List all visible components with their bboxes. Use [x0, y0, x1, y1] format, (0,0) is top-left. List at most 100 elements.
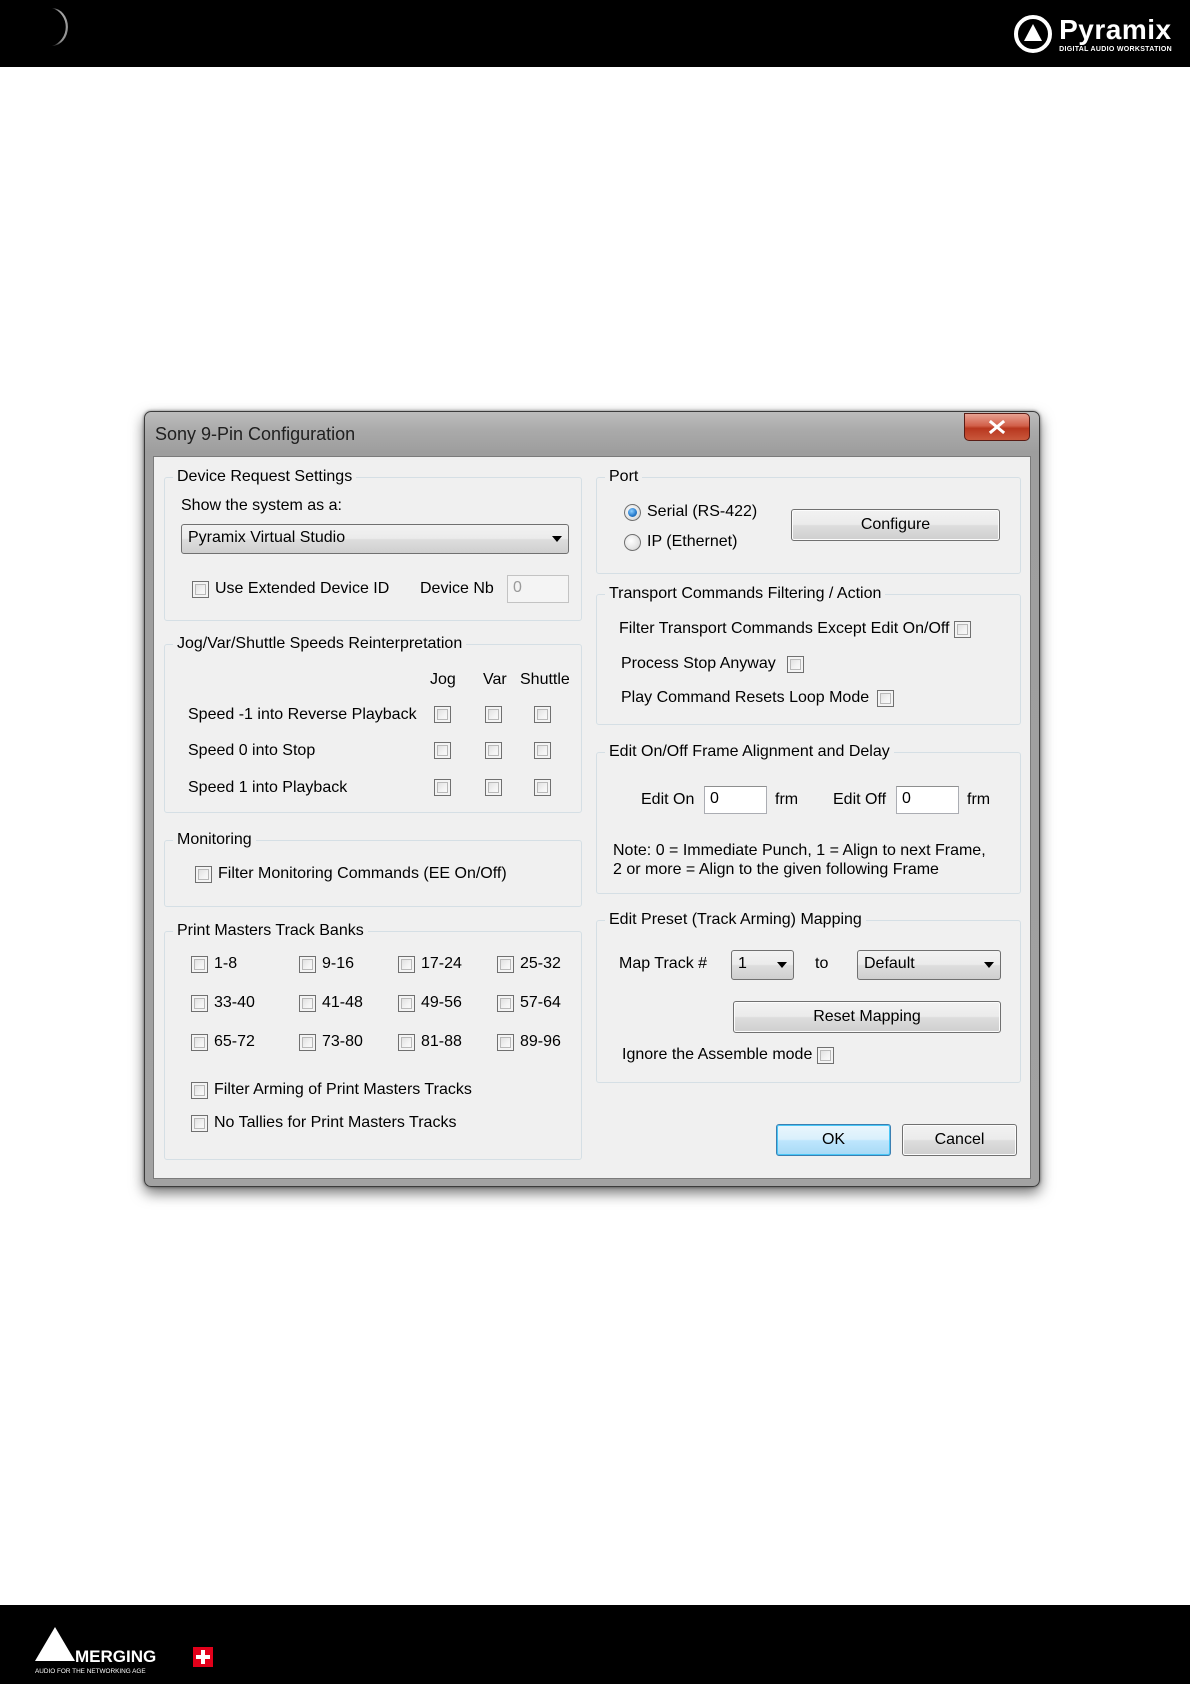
bank-label: 89-96	[520, 1033, 561, 1050]
bank-label: 57-64	[520, 994, 561, 1011]
filter-transport-label: Filter Transport Commands Except Edit On…	[619, 620, 950, 637]
serial-radio[interactable]	[624, 504, 641, 521]
group-title: Edit On/Off Frame Alignment and Delay	[605, 742, 894, 762]
dialog-title: Sony 9-Pin Configuration	[155, 424, 356, 444]
ok-button[interactable]: OK	[776, 1124, 891, 1156]
edit-on-label: Edit On	[641, 791, 695, 808]
reset-mapping-button[interactable]: Reset Mapping	[733, 1001, 1001, 1033]
bank-label: 73-80	[322, 1033, 363, 1050]
row-reverse-playback: Speed -1 into Reverse Playback	[188, 706, 417, 723]
var-stop-checkbox[interactable]	[485, 742, 502, 759]
filter-arming-checkbox[interactable]	[191, 1082, 208, 1099]
ignore-assemble-checkbox[interactable]	[817, 1047, 834, 1064]
track-number-combo[interactable]: 1	[731, 950, 794, 980]
col-shuttle: Shuttle	[520, 671, 570, 688]
note-line-1: Note: 0 = Immediate Punch, 1 = Align to …	[613, 842, 986, 859]
device-request-group: Device Request Settings Show the system …	[164, 467, 582, 621]
group-title: Transport Commands Filtering / Action	[605, 584, 886, 604]
shuttle-playback-checkbox[interactable]	[534, 779, 551, 796]
bank-checkbox[interactable]	[191, 995, 208, 1012]
jog-reverse-checkbox[interactable]	[434, 706, 451, 723]
group-title: Monitoring	[173, 830, 256, 850]
ip-radio[interactable]	[624, 534, 641, 551]
shuttle-reverse-checkbox[interactable]	[534, 706, 551, 723]
bank-checkbox[interactable]	[299, 956, 316, 973]
edit-off-label: Edit Off	[833, 791, 887, 808]
extended-device-id-label: Use Extended Device ID	[215, 580, 390, 597]
bank-checkbox[interactable]	[191, 956, 208, 973]
sony-9pin-dialog: Sony 9-Pin Configuration Device Request …	[144, 411, 1040, 1187]
row-stop: Speed 0 into Stop	[188, 742, 316, 759]
shuttle-stop-checkbox[interactable]	[534, 742, 551, 759]
map-track-label: Map Track #	[619, 955, 708, 972]
preset-mapping-group: Edit Preset (Track Arming) Mapping Map T…	[596, 910, 1021, 1083]
process-stop-label: Process Stop Anyway	[621, 655, 776, 672]
device-nb-field[interactable]: 0	[507, 575, 569, 603]
bank-checkbox[interactable]	[497, 956, 514, 973]
pyramix-logo-icon	[1014, 15, 1053, 53]
target-combo[interactable]: Default	[857, 950, 1001, 980]
group-title: Edit Preset (Track Arming) Mapping	[605, 910, 866, 930]
bank-checkbox[interactable]	[299, 1034, 316, 1051]
filter-transport-checkbox[interactable]	[954, 621, 971, 638]
jog-stop-checkbox[interactable]	[434, 742, 451, 759]
ip-label: IP (Ethernet)	[647, 533, 738, 550]
group-title: Print Masters Track Banks	[173, 921, 368, 941]
bank-label: 65-72	[214, 1033, 255, 1050]
merging-logo-icon: MERGING AUDIO FOR THE NETWORKING AGE	[35, 1627, 213, 1675]
group-title: Device Request Settings	[173, 467, 357, 487]
col-jog: Jog	[430, 671, 456, 688]
monitoring-group: Monitoring Filter Monitoring Commands (E…	[164, 830, 582, 907]
bank-checkbox[interactable]	[398, 995, 415, 1012]
chevron-down-icon	[552, 536, 562, 542]
print-masters-group: Print Masters Track Banks 1-8 9-16 17-24…	[164, 921, 582, 1160]
port-group: Port Serial (RS-422) IP (Ethernet) Confi…	[596, 467, 1021, 574]
page-footer: MERGING AUDIO FOR THE NETWORKING AGE	[0, 1605, 1190, 1684]
bank-checkbox[interactable]	[497, 1034, 514, 1051]
bank-checkbox[interactable]	[299, 995, 316, 1012]
footer-tagline: AUDIO FOR THE NETWORKING AGE	[35, 1668, 146, 1675]
bank-checkbox[interactable]	[398, 1034, 415, 1051]
serial-label: Serial (RS-422)	[647, 503, 758, 520]
edit-on-unit: frm	[775, 791, 799, 808]
chevron-down-icon	[984, 962, 994, 968]
footer-brand: MERGING	[75, 1647, 156, 1666]
close-button[interactable]	[964, 413, 1030, 441]
no-tallies-checkbox[interactable]	[191, 1115, 208, 1132]
track-number-value: 1	[738, 955, 747, 972]
chevron-down-icon	[777, 962, 787, 968]
to-label: to	[815, 955, 829, 972]
loop-reset-checkbox[interactable]	[877, 690, 894, 707]
bank-checkbox[interactable]	[191, 1034, 208, 1051]
bank-label: 49-56	[421, 994, 462, 1011]
bank-label: 1-8	[214, 955, 238, 972]
loop-reset-label: Play Command Resets Loop Mode	[621, 689, 870, 706]
transport-group: Transport Commands Filtering / Action Fi…	[596, 584, 1021, 725]
configure-button[interactable]: Configure	[791, 509, 1000, 541]
filter-monitoring-label: Filter Monitoring Commands (EE On/Off)	[218, 865, 507, 882]
filter-arming-label: Filter Arming of Print Masters Tracks	[214, 1081, 472, 1098]
edit-off-field[interactable]: 0	[896, 786, 959, 814]
cancel-button[interactable]: Cancel	[902, 1124, 1017, 1156]
show-as-combo[interactable]: Pyramix Virtual Studio	[181, 524, 569, 554]
jog-playback-checkbox[interactable]	[434, 779, 451, 796]
bank-label: 33-40	[214, 994, 255, 1011]
bank-label: 41-48	[322, 994, 363, 1011]
edit-off-unit: frm	[967, 791, 991, 808]
ignore-assemble-label: Ignore the Assemble mode	[622, 1046, 813, 1063]
extended-device-id-checkbox[interactable]	[192, 581, 209, 598]
process-stop-checkbox[interactable]	[787, 656, 804, 673]
bank-checkbox[interactable]	[398, 956, 415, 973]
row-playback: Speed 1 into Playback	[188, 779, 348, 796]
var-playback-checkbox[interactable]	[485, 779, 502, 796]
target-value: Default	[864, 955, 915, 972]
bank-checkbox[interactable]	[497, 995, 514, 1012]
close-icon	[988, 420, 1006, 434]
var-reverse-checkbox[interactable]	[485, 706, 502, 723]
show-as-value: Pyramix Virtual Studio	[188, 529, 346, 546]
note-line-2: 2 or more = Align to the given following…	[613, 861, 939, 878]
edit-on-field[interactable]: 0	[704, 786, 767, 814]
bank-label: 25-32	[520, 955, 561, 972]
filter-monitoring-checkbox[interactable]	[195, 866, 212, 883]
page-header: Pyramix DIGITAL AUDIO WORKSTATION	[0, 0, 1190, 67]
